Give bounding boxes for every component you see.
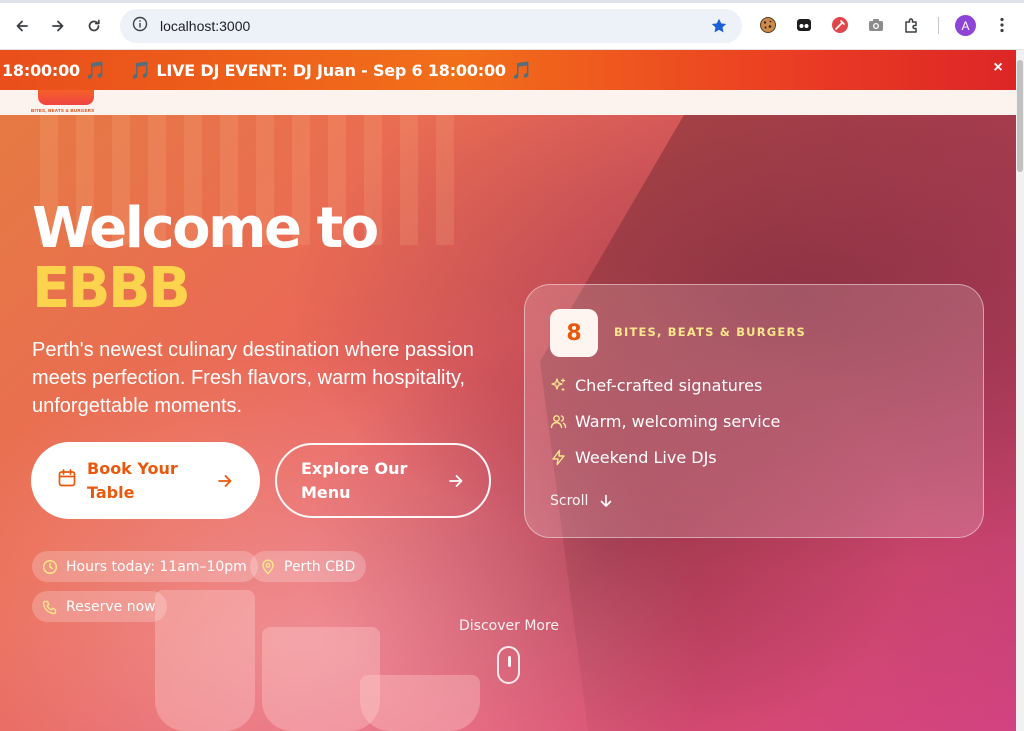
location-chip: Perth CBD: [250, 551, 367, 582]
bookmark-star-icon[interactable]: [710, 17, 728, 40]
hours-chip: Hours today: 11am–10pm: [32, 551, 258, 582]
reserve-chip-label: Reserve now: [66, 598, 156, 615]
explore-menu-button[interactable]: Explore Our Menu: [275, 443, 491, 518]
screenshot-extension-icon[interactable]: [865, 14, 887, 36]
scroll-hint[interactable]: Scroll: [550, 493, 614, 509]
calendar-icon: [57, 468, 77, 493]
address-bar[interactable]: localhost:3000: [120, 9, 742, 43]
users-icon: [550, 415, 567, 429]
banner-text-2: 🎵 LIVE DJ EVENT: DJ Juan - Sep 6 18:00:0…: [130, 61, 533, 81]
page-scrollbar[interactable]: [1016, 50, 1024, 731]
arrow-right-icon: [216, 472, 234, 495]
scrollbar-thumb[interactable]: [1017, 60, 1023, 172]
site-info-icon[interactable]: [132, 16, 148, 37]
arrow-right-icon: [447, 472, 465, 495]
clock-icon: [42, 559, 58, 574]
announcement-banner: 18:00:00 🎵 🎵 LIVE DJ EVENT: DJ Juan - Se…: [0, 50, 1016, 90]
browser-toolbar: localhost:3000 A: [0, 0, 1024, 50]
card-kicker: BITES, BEATS & BURGERS: [614, 325, 806, 339]
music-note-icon: 🎵: [130, 61, 151, 81]
banner-close-button[interactable]: ×: [988, 59, 1008, 79]
explore-menu-label: Explore Our Menu: [301, 458, 408, 502]
site-header: BITES, BEATS & BURGERS: [0, 90, 1016, 115]
hero-subtitle: Perth's newest culinary destination wher…: [32, 339, 474, 417]
reserve-chip[interactable]: Reserve now: [32, 591, 167, 622]
more-menu-icon[interactable]: [991, 14, 1013, 36]
feature-item: Chef-crafted signatures: [550, 376, 762, 395]
logo-caption: BITES, BEATS & BURGERS: [31, 108, 95, 113]
sparkles-icon: [551, 378, 566, 392]
book-table-label: Book Your Table: [87, 458, 178, 502]
color-picker-extension-icon[interactable]: [829, 14, 851, 36]
arrow-down-icon: [601, 494, 612, 507]
forward-icon[interactable]: [44, 12, 72, 40]
feature-card: 8 BITES, BEATS & BURGERS Chef-crafted si…: [524, 284, 984, 538]
mouse-scroll-icon[interactable]: [497, 646, 520, 684]
discover-more-label[interactable]: Discover More: [459, 618, 559, 634]
hero-background-cup: [155, 590, 255, 731]
location-chip-label: Perth CBD: [284, 558, 356, 575]
tab-strip-edge: [0, 0, 1024, 3]
hero-title-line2: EBBB: [32, 256, 191, 321]
music-note-icon: 🎵: [511, 61, 533, 81]
book-table-button[interactable]: Book Your Table: [31, 442, 260, 519]
feature-item: Warm, welcoming service: [550, 412, 780, 431]
logo[interactable]: [38, 90, 94, 105]
url-text[interactable]: localhost:3000: [160, 18, 250, 34]
extensions-puzzle-icon[interactable]: [901, 14, 923, 36]
phone-icon: [42, 600, 57, 614]
hours-chip-label: Hours today: 11am–10pm: [66, 558, 247, 575]
brand-badge: 8: [550, 309, 598, 357]
dark-reader-extension-icon[interactable]: [793, 14, 815, 36]
reload-icon[interactable]: [80, 12, 108, 40]
hero-background-cup: [360, 675, 480, 731]
cookie-extension-icon[interactable]: [757, 14, 779, 36]
back-icon[interactable]: [8, 12, 36, 40]
profile-avatar[interactable]: A: [955, 15, 976, 36]
hero-title-line1: Welcome to: [32, 196, 379, 261]
toolbar-divider: [938, 17, 939, 34]
feature-item: Weekend Live DJs: [550, 448, 717, 467]
map-pin-icon: [262, 559, 274, 575]
hero-section: Welcome to EBBB Perth's newest culinary …: [0, 115, 1016, 731]
banner-text-1: 18:00:00 🎵: [2, 61, 107, 81]
music-note-icon: 🎵: [85, 61, 107, 81]
zap-icon: [552, 449, 565, 466]
